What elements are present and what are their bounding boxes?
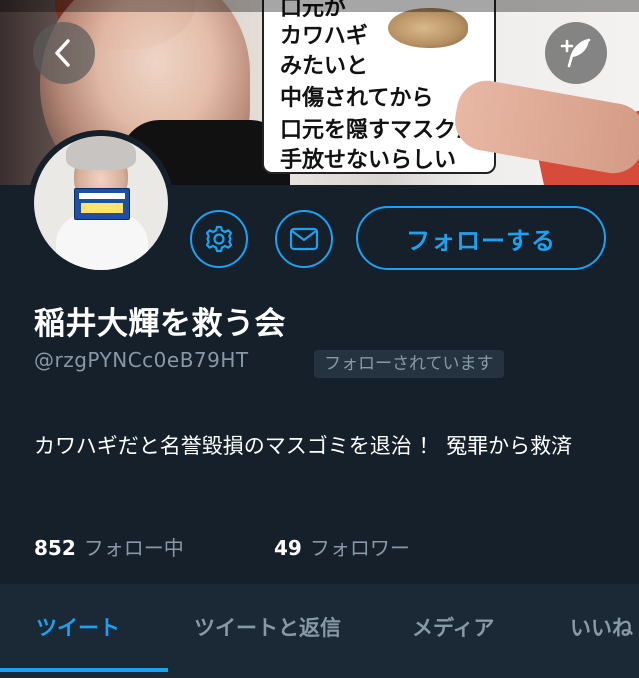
gear-icon <box>205 225 233 253</box>
back-button[interactable] <box>33 22 95 84</box>
avatar-hair <box>66 136 136 170</box>
following-count: 852 <box>34 536 76 560</box>
follow-button[interactable]: フォローする <box>356 206 606 270</box>
tab-likes[interactable]: いいね <box>570 612 633 642</box>
banner-caption-line: 手放せないらしい <box>280 148 457 173</box>
tab-media[interactable]: メディア <box>412 612 495 642</box>
compose-tweet-button[interactable] <box>545 22 607 84</box>
profile-handle: @rzgPYNCc0eB79HT <box>34 348 249 372</box>
direct-message-button[interactable] <box>275 210 333 268</box>
status-bar-shade <box>0 0 639 12</box>
following-stat[interactable]: 852 フォロー中 <box>34 532 184 561</box>
follows-you-badge: フォローされています <box>314 350 504 378</box>
avatar-sign-line <box>81 203 123 213</box>
followers-count: 49 <box>274 536 302 560</box>
avatar-body <box>56 214 148 270</box>
tab-tweets-and-replies[interactable]: ツイートと返信 <box>194 612 341 642</box>
envelope-icon <box>289 227 319 251</box>
banner-caption-line: カワハギ <box>280 24 368 49</box>
banner-caption-line: 口元を隠すマスクが <box>280 118 479 143</box>
banner-caption-line: 中傷されてから <box>280 86 434 111</box>
followers-label: フォロワー <box>309 536 410 560</box>
profile-name: 稲井大輝を救う会 <box>34 306 286 342</box>
followers-stat[interactable]: 49 フォロワー <box>274 532 410 561</box>
profile-tabs: ツイート ツイートと返信 メディア いいね <box>0 584 639 678</box>
tab-tweets[interactable]: ツイート <box>36 612 120 642</box>
chevron-left-icon <box>55 39 70 67</box>
banner-fish-image <box>388 8 468 48</box>
profile-bio: カワハギだと名誉毀損のマスゴミを退治 ！ 冤罪から救済 <box>34 434 573 458</box>
banner-caption-line: みたいと <box>280 54 369 79</box>
avatar-sign <box>74 188 130 220</box>
avatar-sign-line <box>79 193 125 199</box>
following-label: フォロー中 <box>83 536 184 560</box>
active-tab-indicator <box>0 668 168 672</box>
avatar[interactable] <box>34 136 168 270</box>
compose-feather-icon <box>560 38 591 68</box>
settings-button[interactable] <box>190 210 248 268</box>
